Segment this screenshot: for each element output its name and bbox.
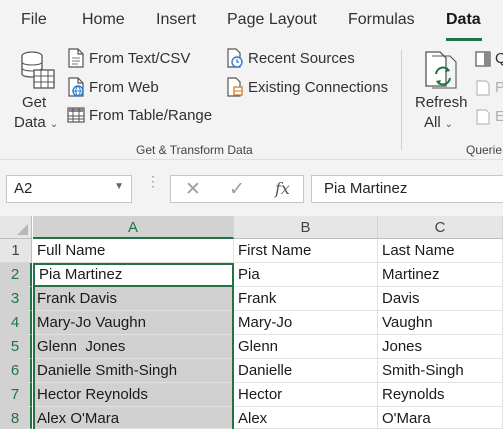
cell-a2[interactable]: Pia Martinez — [33, 263, 234, 287]
chevron-down-icon: ⌄ — [444, 119, 454, 130]
properties-label-clipped: P — [495, 79, 503, 96]
row-header[interactable]: 2 — [0, 263, 32, 287]
worksheet-grid: A B C 1 Full Name First Name Last Name 2… — [0, 216, 503, 429]
cell-c5[interactable]: Jones — [378, 335, 503, 359]
from-text-csv-label: From Text/CSV — [89, 49, 191, 67]
tab-file[interactable]: File — [21, 11, 47, 29]
cell-a7[interactable]: Hector Reynolds — [33, 383, 234, 407]
cell-c2[interactable]: Martinez — [378, 263, 503, 287]
cell-c3[interactable]: Davis — [378, 287, 503, 311]
recent-sources-icon — [227, 48, 243, 68]
from-web-button[interactable]: From Web — [67, 77, 159, 97]
recent-sources-label: Recent Sources — [248, 49, 355, 67]
existing-connections-icon — [227, 77, 243, 97]
cell-b5[interactable]: Glenn — [234, 335, 378, 359]
cell-c8[interactable]: O'Mara — [378, 407, 503, 429]
cell-b4[interactable]: Mary-Jo — [234, 311, 378, 335]
tab-page-layout[interactable]: Page Layout — [227, 11, 317, 29]
cell-b2[interactable]: Pia — [234, 263, 378, 287]
get-data-button[interactable]: Get Data ⌄ — [8, 46, 60, 134]
chevron-down-icon: ⌄ — [49, 119, 59, 130]
row-header[interactable]: 3 — [0, 287, 32, 311]
cell-b3[interactable]: Frank — [234, 287, 378, 311]
edit-links-icon — [476, 108, 490, 125]
tab-formulas[interactable]: Formulas — [348, 11, 415, 29]
cell-a3[interactable]: Frank Davis — [33, 287, 234, 311]
tab-data[interactable]: Data — [446, 11, 481, 29]
cell-b8[interactable]: Alex — [234, 407, 378, 429]
cell-c1[interactable]: Last Name — [378, 239, 503, 263]
row-header[interactable]: 6 — [0, 359, 32, 383]
table-icon — [67, 107, 85, 123]
group-separator — [401, 50, 402, 150]
queries-connections-button[interactable]: Q — [475, 50, 503, 67]
refresh-label-1: Refresh — [415, 94, 468, 111]
existing-connections-button[interactable]: Existing Connections — [226, 77, 388, 97]
ribbon-tab-bar: File Home Insert Page Layout Formulas Da… — [0, 0, 503, 44]
name-box-value: A2 — [14, 180, 33, 197]
cell-a1[interactable]: Full Name — [33, 239, 234, 263]
get-data-label-2: Data ⌄ — [14, 114, 59, 131]
from-table-range-label: From Table/Range — [89, 106, 213, 124]
row-header[interactable]: 8 — [0, 407, 32, 429]
refresh-icon — [425, 51, 457, 89]
active-tab-indicator — [446, 38, 482, 41]
queries-group-label: Querie — [466, 143, 503, 157]
database-table-icon — [21, 51, 55, 89]
select-all-triangle-icon — [17, 224, 28, 235]
edit-links-button[interactable]: E — [475, 108, 503, 125]
cell-b6[interactable]: Danielle — [234, 359, 378, 383]
from-table-range-button[interactable]: From Table/Range — [67, 106, 212, 124]
edit-links-label-clipped: E — [495, 108, 503, 125]
column-header-b[interactable]: B — [234, 216, 378, 239]
formula-tools: ✕ ✓ fx — [170, 175, 304, 203]
properties-icon — [476, 79, 490, 96]
column-header-c[interactable]: C — [378, 216, 503, 239]
enter-icon[interactable]: ✓ — [229, 178, 245, 201]
refresh-all-button[interactable]: Refresh All ⌄ — [410, 46, 470, 134]
cell-b7[interactable]: Hector — [234, 383, 378, 407]
web-file-icon — [68, 77, 84, 97]
cancel-icon[interactable]: ✕ — [185, 178, 201, 201]
properties-button[interactable]: P — [475, 79, 503, 96]
row-header[interactable]: 1 — [0, 239, 32, 263]
queries-label-clipped: Q — [495, 50, 503, 67]
from-text-csv-button[interactable]: From Text/CSV — [67, 48, 190, 68]
cell-c7[interactable]: Reynolds — [378, 383, 503, 407]
tab-home[interactable]: Home — [82, 11, 125, 29]
recent-sources-button[interactable]: Recent Sources — [226, 48, 355, 68]
cell-c4[interactable]: Vaughn — [378, 311, 503, 335]
cell-a4[interactable]: Mary-Jo Vaughn — [33, 311, 234, 335]
insert-function-button[interactable]: fx — [275, 179, 290, 198]
tab-insert[interactable]: Insert — [156, 11, 196, 29]
text-file-icon — [68, 48, 84, 68]
refresh-label-2: All ⌄ — [424, 114, 454, 131]
get-data-label-1: Get — [22, 94, 47, 111]
row-header[interactable]: 5 — [0, 335, 32, 359]
row-header[interactable]: 7 — [0, 383, 32, 407]
get-transform-group-label: Get & Transform Data — [136, 143, 253, 157]
ribbon-data: Get Data ⌄ From Text/CSV From Web From Ta… — [0, 44, 503, 160]
existing-connections-label: Existing Connections — [248, 78, 389, 96]
cell-a5[interactable]: Glenn Jones — [33, 335, 234, 359]
select-all-button[interactable] — [0, 216, 32, 239]
cell-a6[interactable]: Danielle Smith-Singh — [33, 359, 234, 383]
cell-c6[interactable]: Smith-Singh — [378, 359, 503, 383]
name-box[interactable]: A2 ▼ — [6, 175, 132, 203]
formula-bar: A2 ▼ ⋮ ✕ ✓ fx Pia Martinez — [0, 160, 503, 216]
queries-icon — [475, 50, 491, 67]
formula-bar-resize-handle[interactable]: ⋮ — [146, 174, 160, 188]
column-header-a[interactable]: A — [33, 216, 234, 239]
cell-b1[interactable]: First Name — [234, 239, 378, 263]
row-header[interactable]: 4 — [0, 311, 32, 335]
formula-input[interactable]: Pia Martinez — [311, 175, 503, 203]
from-web-label: From Web — [89, 78, 159, 96]
name-box-dropdown-icon[interactable]: ▼ — [114, 181, 124, 192]
cell-a8[interactable]: Alex O'Mara — [33, 407, 234, 429]
